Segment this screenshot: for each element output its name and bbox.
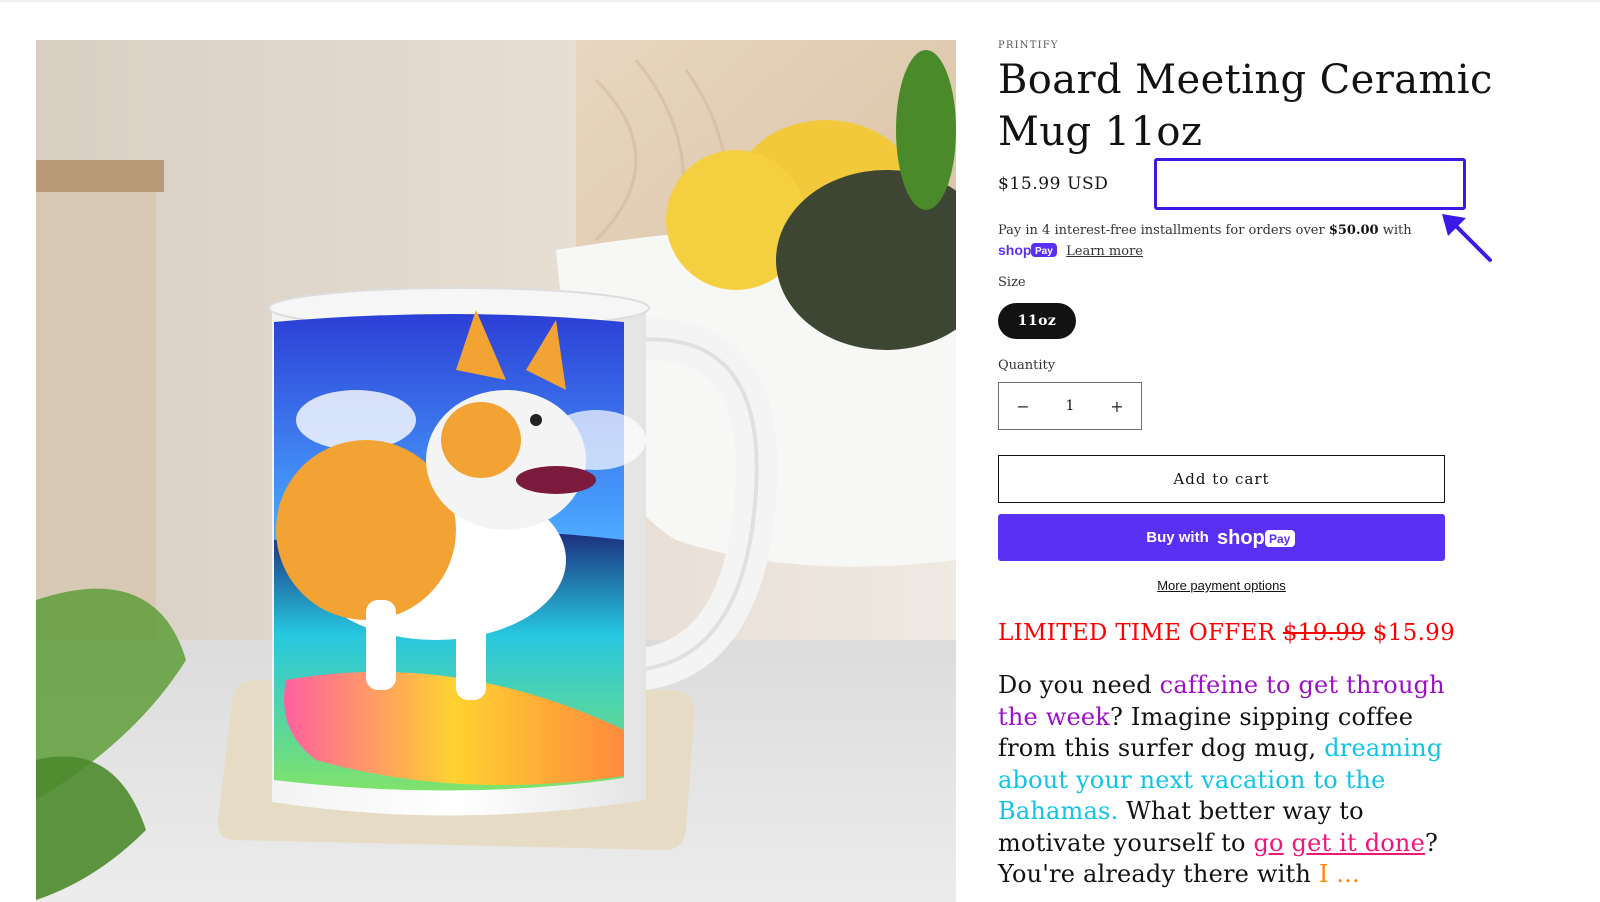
quantity-label: Quantity — [998, 358, 1056, 373]
shoppay-button-brand: shop — [1217, 527, 1265, 549]
more-payment-options-link[interactable]: More payment options — [998, 578, 1445, 593]
product-price: $15.99 USD — [998, 174, 1109, 194]
product-image[interactable] — [36, 40, 956, 902]
quantity-input[interactable]: 1 — [1047, 398, 1093, 414]
buy-with-shoppay-button[interactable]: Buy with shop Pay — [998, 514, 1445, 561]
desc-link-get-it-done[interactable]: get it done — [1292, 829, 1425, 857]
desc-text-1: Do you need — [998, 671, 1160, 699]
offer-new-price: $15.99 — [1372, 620, 1456, 646]
size-label: Size — [998, 275, 1026, 290]
shoppay-logo-badge: Pay — [1035, 246, 1053, 257]
installments-text: Pay in 4 interest-free installments for … — [998, 223, 1325, 238]
product-vendor: PRINTIFY — [998, 40, 1059, 51]
shoppay-logo-brand: shop — [998, 242, 1031, 258]
header-divider — [0, 0, 1600, 2]
learn-more-link[interactable]: Learn more — [1066, 244, 1143, 259]
annotation-highlight-box — [1154, 158, 1466, 210]
quantity-stepper: − 1 + — [998, 382, 1142, 430]
shoppay-button-badge: Pay — [1269, 532, 1291, 546]
product-description: Do you need caffeine to get through the … — [998, 670, 1448, 891]
add-to-cart-button[interactable]: Add to cart — [998, 455, 1445, 503]
installments-amount: $50.00 — [1328, 223, 1379, 238]
shoppay-installments: Pay in 4 interest-free installments for … — [998, 220, 1438, 262]
product-title: Board Meeting Ceramic Mug 11oz — [998, 57, 1493, 155]
installments-with: with — [1382, 223, 1412, 238]
desc-text-5: I ... — [1311, 860, 1360, 888]
shoppay-logo-icon: shop Pay — [998, 242, 1057, 258]
limited-time-offer: LIMITED TIME OFFER $19.99 $15.99 — [998, 620, 1455, 646]
annotation-arrow-icon — [1442, 214, 1492, 262]
offer-old-price: $19.99 — [1282, 620, 1366, 646]
mug-photo — [36, 40, 956, 902]
size-option-11oz[interactable]: 11oz — [998, 303, 1076, 339]
shoppay-button-logo-icon: shop Pay — [1217, 527, 1297, 549]
desc-space — [1284, 829, 1292, 857]
desc-link-go[interactable]: go — [1253, 829, 1283, 857]
quantity-increase-button[interactable]: + — [1093, 383, 1141, 429]
quantity-decrease-button[interactable]: − — [999, 383, 1047, 429]
buy-with-label: Buy with — [1146, 529, 1209, 546]
offer-label: LIMITED TIME OFFER — [998, 620, 1276, 646]
